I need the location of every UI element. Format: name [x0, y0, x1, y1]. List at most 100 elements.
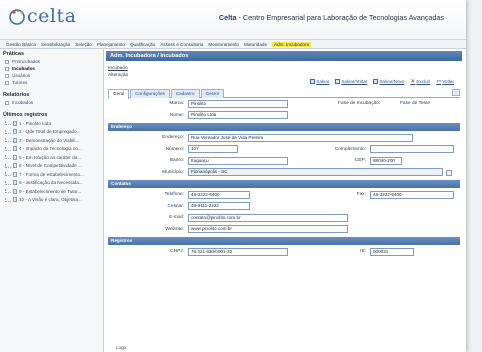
menu-planejamento[interactable]: Planejamento — [97, 42, 125, 47]
document-icon — [13, 188, 17, 194]
header-title-rest: - Centro Empresarial para Laboração de T… — [236, 13, 444, 22]
list-item[interactable]: 4 - Impacto da Tecnologia no... — [0, 145, 103, 154]
complemento-field[interactable] — [370, 145, 454, 153]
save-new-button[interactable]: Salvar/Novo — [373, 79, 404, 84]
celular-field[interactable]: 48-9111-2222 — [188, 202, 250, 210]
toolbar: Salvar Salvar/Voltar Salvar/Novo ✕ Exclui… — [310, 78, 454, 85]
list-item[interactable]: 10 - A Visão é clara, Objetiva... — [0, 196, 103, 205]
lookup-icon[interactable] — [446, 169, 452, 176]
bairro-field[interactable]: Itaguaçu — [188, 156, 288, 165]
delete-icon: ✕ — [410, 79, 416, 85]
ie-label: IE: — [360, 249, 366, 254]
menu-assess-consultoria[interactable]: Assess e Consultoria — [160, 42, 203, 47]
menu-qualificacao[interactable]: Qualificação — [130, 42, 155, 47]
list-item-label: 5 - Em relação ao caráter da... — [19, 154, 82, 160]
numero-label: Número: — [165, 146, 184, 152]
menu-maturidade[interactable]: Maturidade — [244, 42, 267, 47]
ie-field[interactable]: 000031 — [370, 247, 414, 256]
cnpj-field[interactable]: 76.321.530/0001-30 — [188, 247, 288, 256]
sidebar: Práticas Preincubados Incubados Usuários… — [0, 49, 104, 352]
checkbox-icon — [5, 66, 9, 71]
list-item[interactable]: 9 - Estabelecimento de Tutor... — [0, 187, 103, 196]
section-endereco: Endereço — [108, 123, 460, 131]
save-back-button[interactable]: Salvar/Voltar — [335, 79, 367, 84]
municipio-label: Município: — [162, 169, 184, 175]
sidebar-ultimos-title: Últimos registros — [3, 112, 48, 118]
cep-label: CEP: — [354, 158, 366, 163]
sidebar-item-relatorio-incubados[interactable]: Incubados — [0, 99, 103, 106]
celular-label: Celular: — [167, 203, 184, 209]
breadcrumb-alteracao: Alteração — [108, 73, 129, 78]
marca-field[interactable]: Pinolito — [188, 99, 288, 108]
fase-label: Fase de Incubação: — [338, 101, 381, 106]
list-item[interactable]: 6 - Nível de Competitividade ... — [0, 162, 103, 171]
list-item[interactable]: 3 - Demonstração de Viabili... — [0, 136, 103, 145]
document-icon — [13, 137, 17, 143]
delete-button[interactable]: ✕ Excluir — [410, 78, 430, 85]
header-title: Celta - Centro Empresarial para Laboraçã… — [219, 13, 444, 22]
document-icon — [13, 197, 17, 203]
celta-logo-icon — [8, 7, 26, 25]
website-field[interactable]: www.pinolito.com.br — [188, 225, 348, 233]
fase-value: Fase de Teste — [400, 101, 431, 106]
checkbox-icon — [5, 73, 9, 78]
endereco-field[interactable]: Rua Vereador José da Vida Pereira — [188, 133, 413, 142]
menu-bar: Gestão Básica Sensibilização Seleção Pla… — [0, 40, 466, 49]
report-icon — [5, 100, 9, 105]
sidebar-relatorios-title: Relatórios — [3, 92, 30, 98]
breadcrumb-incubado[interactable]: Incubado — [106, 61, 462, 71]
document-icon — [13, 129, 17, 135]
sidebar-item-preincubados[interactable]: Preincubados — [0, 58, 103, 65]
tab-cadastro[interactable]: Cadastro — [170, 89, 200, 98]
menu-sensibilizacao[interactable]: Sensibilização — [41, 42, 70, 47]
floppy-icon — [373, 79, 379, 84]
nome-field[interactable]: Pinolito Ltda — [188, 111, 288, 119]
fax-field[interactable]: 48-3222-5400 — [370, 190, 454, 199]
list-item-label: 3 - Demonstração de Viabili... — [19, 137, 80, 143]
incubado-form: Marca: Pinolito Fase de Incubação: Fase … — [108, 98, 460, 258]
tab-gestor[interactable]: Gestor — [200, 89, 225, 98]
menu-adm-incubadora[interactable]: Adm. Incubadora — [272, 41, 312, 47]
menu-monitoramento[interactable]: Monitoramento — [208, 42, 239, 47]
document-icon — [13, 180, 17, 186]
endereco-label: Endereço: — [162, 135, 184, 140]
cnpj-label: CNPJ: — [170, 249, 184, 254]
list-item-label: 4 - Impacto da Tecnologia no... — [19, 146, 82, 152]
telefone-label: Telefone: — [164, 192, 184, 197]
numero-field[interactable]: 107 — [188, 145, 238, 153]
marca-label: Marca: — [169, 101, 184, 106]
municipio-field[interactable]: Florianópolis - SC — [188, 168, 443, 176]
cep-field[interactable]: 88040-200 — [370, 156, 402, 165]
tab-configuracoes[interactable]: Configurações — [130, 89, 170, 98]
list-item[interactable]: 3 - Qde Total de Empregado... — [0, 128, 103, 137]
save-button[interactable]: Salvar — [310, 79, 329, 84]
sidebar-item-tutores[interactable]: Tutores — [0, 79, 103, 86]
section-contatos: Contatos — [108, 180, 460, 188]
header-title-bold: Celta — [218, 13, 237, 22]
website-label: Website: — [165, 226, 184, 232]
menu-gestao-basica[interactable]: Gestão Básica — [6, 42, 36, 47]
checkbox-icon — [5, 80, 9, 85]
sidebar-item-label: Usuários — [12, 73, 31, 78]
document-icon — [13, 163, 17, 169]
sidebar-item-incubados[interactable]: Incubados — [0, 65, 103, 72]
list-item[interactable]: 8 - Justificação da Necessida... — [0, 179, 103, 188]
menu-selecao[interactable]: Seleção — [75, 42, 92, 47]
list-item-label: 1 - Pinolito Ltda — [19, 120, 51, 126]
main-panel: Adm. Incubadora / Incubados Incubado Alt… — [106, 51, 462, 352]
list-item[interactable]: 1 - Pinolito Ltda — [0, 119, 103, 128]
list-item-label: 6 - Nível de Competitividade ... — [19, 163, 82, 169]
email-field[interactable]: contato@pinolito.com.br — [188, 213, 348, 222]
list-item-label: 3 - Qde Total de Empregado... — [19, 129, 81, 135]
back-button[interactable]: ⇦ Voltar — [436, 78, 454, 85]
sidebar-item-usuarios[interactable]: Usuários — [0, 72, 103, 79]
tab-scroll-icon[interactable] — [452, 89, 460, 96]
list-item[interactable]: 7 - Forma de estabelecimento... — [0, 170, 103, 179]
list-item[interactable]: 5 - Em relação ao caráter da... — [0, 153, 103, 162]
document-icon — [13, 154, 17, 160]
document-icon — [13, 146, 17, 152]
page-title: Adm. Incubadora / Incubados — [106, 51, 462, 61]
sidebar-item-label: Preincubados — [12, 59, 41, 64]
telefone-field[interactable]: 48-3222-5400 — [188, 190, 250, 199]
section-registros: Registros — [108, 237, 460, 245]
